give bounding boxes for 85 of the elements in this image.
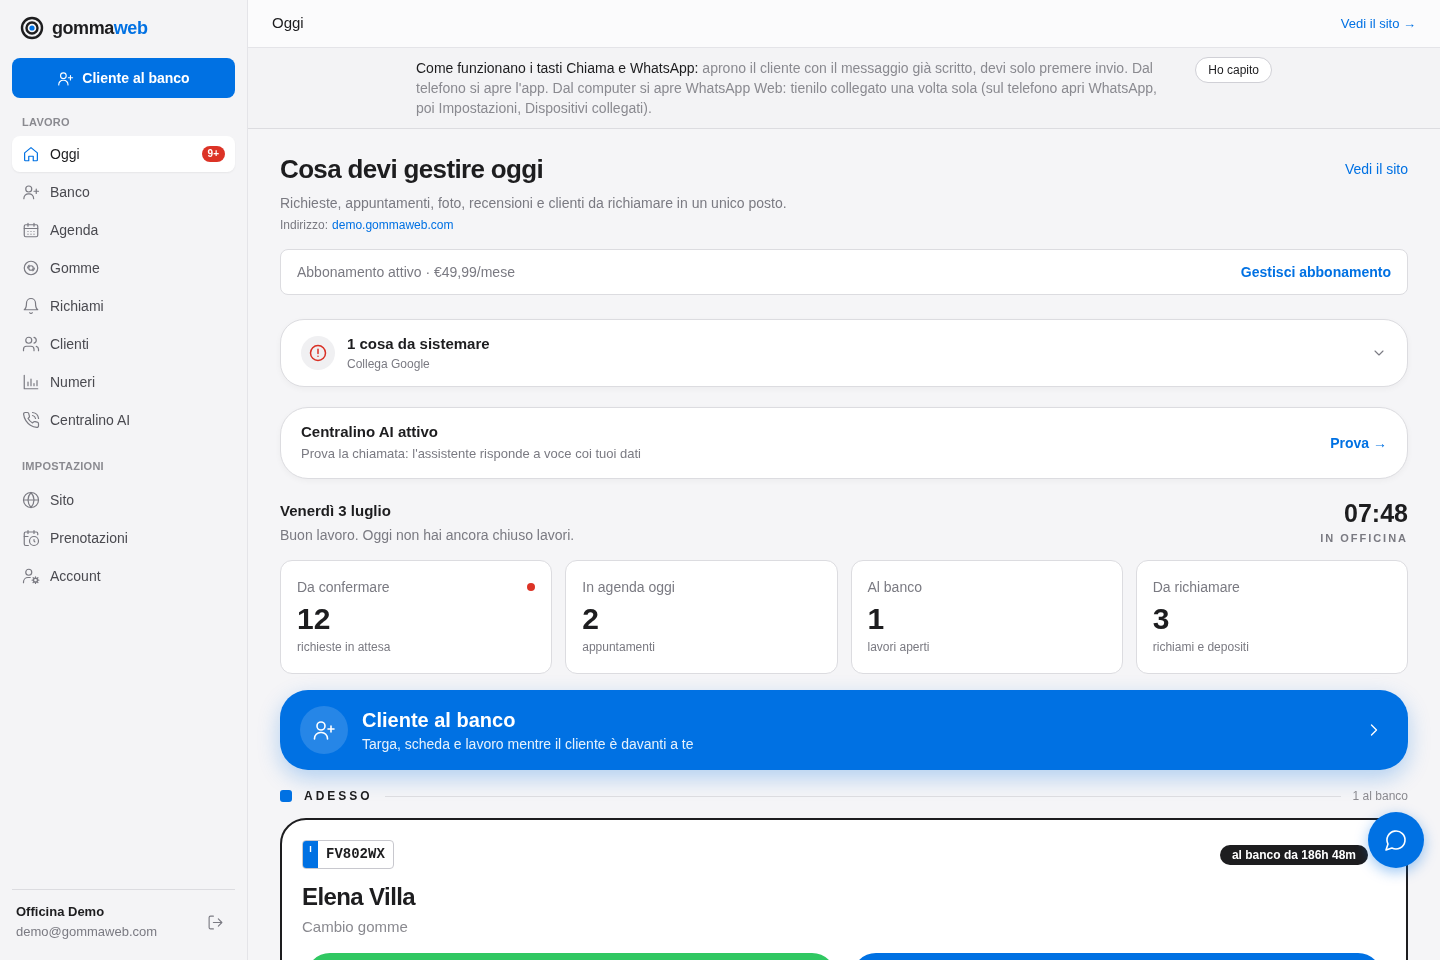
globe-icon <box>22 491 40 509</box>
calendar-clock-icon <box>22 529 40 547</box>
user-plus-icon <box>300 706 348 754</box>
view-site-link[interactable]: Vedi il sito → <box>1340 13 1416 34</box>
dismiss-button[interactable]: Ho capito <box>1195 57 1272 83</box>
section-marker-icon <box>280 790 292 802</box>
stat-card[interactable]: Da richiamare 3 richiami e depositi <box>1135 560 1408 674</box>
issues-card[interactable]: 1 cosa da sistemare Collega Google <box>280 319 1408 387</box>
user-plus-icon <box>22 183 40 201</box>
nav-item[interactable]: Numeri <box>12 364 235 400</box>
alert-icon <box>301 336 335 370</box>
nav-item[interactable]: Gomme <box>12 250 235 286</box>
nav-item[interactable]: Clienti <box>12 326 235 362</box>
nav-item[interactable]: Centralino AI <box>12 402 235 438</box>
nav-item[interactable]: Richiami <box>12 288 235 324</box>
phone-icon <box>22 411 40 429</box>
nav-item[interactable]: Sito <box>12 482 235 518</box>
notice-text: Come funzionano i tasti Chiama e WhatsApp: aprono il cliente con il messaggio già scritto, devi solo premere invio. Dal telefono si apre l'app. Dal computer si apre WhatsApp Web: tienilo collegato una volta sola (sul telefono apri WhatsApp, poi Impostazioni, Dispositivi collegati). <box>416 59 1158 118</box>
customer-name: Elena Villa <box>302 882 417 912</box>
section-heading: ADESSO <box>304 788 373 805</box>
stat-value: 2 <box>582 601 600 637</box>
stat-caption: richieste in attesa <box>297 639 392 655</box>
bar-chart-icon <box>22 373 40 391</box>
home-icon <box>22 145 40 163</box>
stat-caption: richiami e depositi <box>1152 639 1250 655</box>
page-title: Oggi <box>272 13 304 34</box>
date-heading: Venerdì 3 luglio <box>280 501 392 521</box>
page-heading: Cosa devi gestire oggi <box>280 153 544 185</box>
section-count: 1 al banco <box>1352 788 1408 805</box>
subscription-status: Abbonamento attivo · €49,99/mese <box>297 262 515 282</box>
stat-caption: appuntamenti <box>582 639 656 655</box>
elapsed-badge: al banco da 186h 48m <box>1219 844 1368 865</box>
section-title: IMPOSTAZIONI <box>21 459 105 474</box>
banner-subtitle: Targa, scheda e lavoro mentre il cliente è davanti a te <box>362 735 695 754</box>
tire-icon <box>22 259 40 277</box>
stat-label: Da richiamare <box>1152 578 1240 597</box>
account-name: Officina Demo <box>16 903 106 921</box>
bell-icon <box>22 297 40 315</box>
stat-label: Da confermare <box>297 578 390 597</box>
try-call-link[interactable]: Prova → <box>1330 432 1387 454</box>
manage-subscription-link[interactable]: Gestisci abbonamento <box>1240 261 1391 283</box>
banner-title: Cliente al banco <box>362 708 517 733</box>
calendar-icon <box>22 221 40 239</box>
stat-card[interactable]: Da confermare 12 richieste in attesa <box>280 560 553 674</box>
brand-name: gommaweb <box>52 17 148 40</box>
address-label: Indirizzo: <box>280 217 329 233</box>
issues-detail: Collega Google <box>347 356 431 372</box>
clock-label: IN OFFICINA <box>1320 531 1408 546</box>
nav-item[interactable]: Account <box>12 558 235 594</box>
stat-value: 12 <box>297 601 332 637</box>
stat-caption: lavori aperti <box>867 639 931 655</box>
nav-item[interactable]: Agenda <box>12 212 235 248</box>
clock-time: 07:48 <box>1344 499 1408 527</box>
count-badge: 9+ <box>201 146 225 162</box>
stat-label: In agenda oggi <box>582 578 675 597</box>
nav-item[interactable]: Prenotazioni <box>12 520 235 556</box>
plate-country-strip: I <box>303 841 318 868</box>
page-subtitle: Richieste, appuntamenti, foto, recensioni e clienti da richiamare in un unico posto. <box>280 194 788 213</box>
assistant-description: Prova la chiamata: l'assistente risponde a voce coi tuoi dati <box>301 445 641 463</box>
chat-icon <box>1384 828 1408 852</box>
assistant-title: Centralino AI attivo <box>301 422 439 442</box>
chat-button[interactable] <box>1368 812 1424 868</box>
users-icon <box>22 335 40 353</box>
stat-value: 3 <box>1152 601 1171 637</box>
plate-number: FV802WX <box>325 845 386 864</box>
issues-title: 1 cosa da sistemare <box>347 334 491 354</box>
user-gear-icon <box>22 567 40 585</box>
stat-card[interactable]: Al banco 1 lavori aperti <box>850 560 1123 674</box>
nav-item[interactable]: Banco <box>12 174 235 210</box>
account-email: demo@gommaweb.com <box>16 923 158 941</box>
new-customer-button[interactable]: Cliente al banco <box>12 58 235 98</box>
address-link[interactable]: demo.gommaweb.com <box>332 217 454 233</box>
view-site-link[interactable]: Vedi il sito <box>1344 158 1408 180</box>
logout-icon <box>206 913 224 931</box>
nav-item[interactable]: Oggi 9+ <box>12 136 235 172</box>
section-title: LAVORO <box>21 115 71 130</box>
service-name: Cambio gomme <box>302 917 409 937</box>
counter-customer-banner[interactable]: Cliente al banco Targa, scheda e lavoro mentre il cliente è davanti a te <box>280 690 1408 770</box>
logo-icon <box>20 16 44 40</box>
stat-label: Al banco <box>867 578 922 597</box>
day-message: Buon lavoro. Oggi non hai ancora chiuso lavori. <box>280 526 575 545</box>
job-card[interactable]: I FV802WX al banco da 186h 48m Elena Villa Cambio gomme <box>280 818 1408 960</box>
stat-value: 1 <box>867 601 886 637</box>
user-plus-icon <box>57 69 75 87</box>
stat-card[interactable]: In agenda oggi 2 appuntamenti <box>565 560 838 674</box>
